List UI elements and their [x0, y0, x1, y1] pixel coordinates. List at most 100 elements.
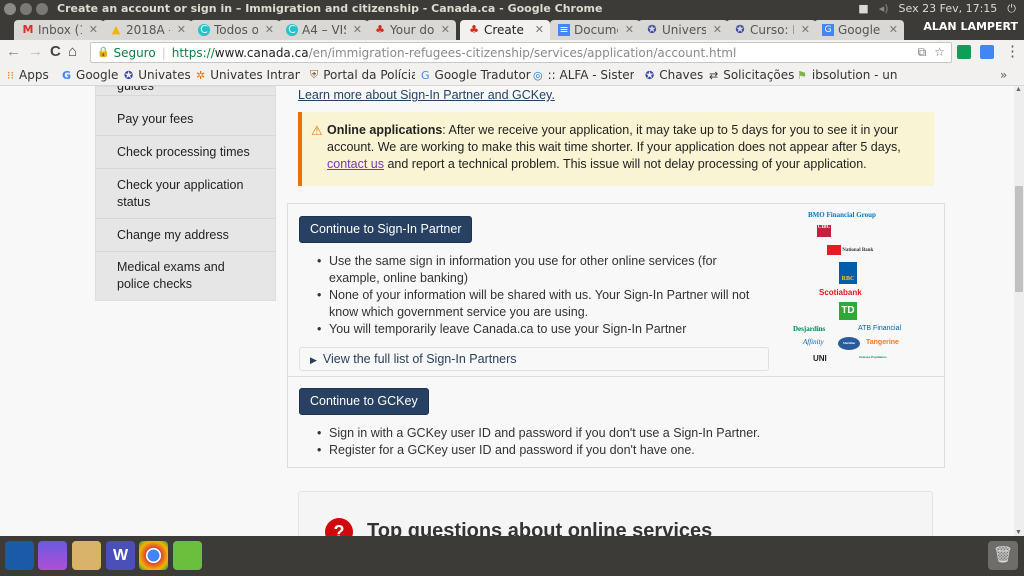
reload-icon[interactable]: C [50, 44, 61, 60]
tab-active[interactable]: ♣Create a✕ [460, 20, 550, 40]
files-icon[interactable] [72, 541, 101, 570]
tab[interactable]: C Todos o ✕ [190, 20, 280, 40]
tab-close-icon[interactable]: ✕ [889, 23, 898, 36]
bookmark-google-tradutor[interactable]: G Google Tradutor [421, 68, 531, 82]
bookmark-apps[interactable]: ⁝⁝ Apps [7, 68, 49, 82]
bookmark-star-icon[interactable]: ☆ [934, 45, 945, 60]
bookmark-portal-policia[interactable]: ⛨ Portal da Polícia [310, 68, 415, 82]
volume-icon[interactable]: ◂) [879, 2, 889, 16]
tab[interactable]: MInbox (1✕ [14, 20, 104, 40]
window-minimize-button[interactable] [20, 3, 32, 15]
tab-close-icon[interactable]: ✕ [535, 23, 544, 36]
tangerine-logo: Tangerine [866, 339, 899, 346]
window-maximize-button[interactable] [36, 3, 48, 15]
continue-gckey-button[interactable]: Continue to GCKey [299, 388, 429, 415]
partner-info-list: Use the same sign in information you use… [317, 253, 769, 338]
meridian-logo: Meridian [838, 337, 860, 350]
bookmark-chaves[interactable]: ✪ Chaves [645, 68, 703, 82]
tab[interactable]: ✪Curso: E✕ [726, 20, 816, 40]
maple-leaf-icon: ♣ [469, 23, 479, 36]
chrome-icon[interactable] [139, 541, 168, 570]
profile-button[interactable]: ALAN LAMPERT [923, 20, 1018, 33]
tab-close-icon[interactable]: ✕ [441, 23, 450, 36]
back-icon[interactable]: ← [6, 44, 21, 60]
clock[interactable]: Sex 23 Fev, 17:15 [899, 2, 998, 16]
bookmarks-overflow-icon[interactable]: » [1000, 68, 1007, 82]
tab[interactable]: ≡Docume✕ [550, 20, 640, 40]
tab[interactable]: C A4 – VIS ✕ [278, 20, 368, 40]
editor-icon[interactable] [173, 541, 202, 570]
canva-icon: C [286, 24, 298, 36]
tab[interactable]: ✪ Univers ✕ [638, 20, 728, 40]
bookmark-google[interactable]: G Google [62, 68, 118, 82]
list-item: None of your information will be shared … [317, 287, 769, 321]
list-item: You will temporarily leave Canada.ca to … [317, 321, 769, 338]
docs-icon: ≡ [558, 23, 570, 36]
trash-icon[interactable]: 🗑 [988, 541, 1018, 570]
gmail-icon: M [22, 23, 34, 36]
tab-close-icon[interactable]: ✕ [177, 23, 186, 36]
translate-page-icon[interactable]: ⧉ [918, 45, 927, 60]
tab[interactable]: ▲ 2018A - ✕ [102, 20, 192, 40]
tab-close-icon[interactable]: ✕ [625, 23, 634, 36]
tab-close-icon[interactable]: ✕ [801, 23, 810, 36]
caisses-populaires-logo: Caisses Populaires [859, 355, 887, 359]
tab[interactable]: ♣ Your do ✕ [366, 20, 456, 40]
window-close-button[interactable] [4, 3, 16, 15]
partners-list-details[interactable]: ▶ View the full list of Sign-In Partners [299, 347, 769, 371]
bookmark-alfa[interactable]: ◎:: ALFA - Sistema [533, 68, 634, 82]
list-item: Use the same sign in information you use… [317, 253, 769, 287]
classroom-extension-icon[interactable] [957, 45, 971, 59]
scotiabank-logo: Scotiabank [819, 288, 862, 297]
home-icon[interactable]: ⌂ [68, 44, 77, 60]
tab-close-icon[interactable]: ✕ [89, 23, 98, 36]
browser-toolbar: ← → C ⌂ 🔒 Seguro | https:// www.canada.c… [0, 40, 1024, 64]
bookmark-ibsolution[interactable]: ⚑ibsolution - univ [797, 68, 898, 82]
scrollbar-thumb[interactable] [1015, 186, 1023, 292]
keyboard-icon[interactable]: ■ [858, 2, 868, 16]
top-questions-section: ? Top questions about online services [298, 491, 933, 536]
police-icon: ⛨ [310, 68, 319, 81]
sidebar-item-application-status[interactable]: Check your application status [96, 169, 275, 219]
sidebar-item-change-address[interactable]: Change my address [96, 219, 275, 252]
scroll-up-icon[interactable]: ▲ [1015, 86, 1022, 93]
page-scrollbar[interactable]: ▲ ▼ [1014, 86, 1024, 536]
flag-icon: ⚑ [797, 68, 807, 82]
learn-more-link[interactable]: Learn more about Sign-In Partner and GCK… [298, 88, 555, 102]
scroll-down-icon[interactable]: ▼ [1015, 529, 1022, 536]
url-path: /en/immigration-refugees-citizenship/ser… [308, 45, 737, 60]
uni-logo: UNI [813, 354, 827, 363]
contact-us-link[interactable]: contact us [327, 157, 384, 171]
swap-icon: ⇄ [709, 68, 719, 82]
workspace-icon[interactable] [38, 541, 67, 570]
rbc-logo: RBC [839, 262, 857, 284]
address-bar[interactable]: 🔒 Seguro | https:// www.canada.ca /en/im… [90, 42, 952, 63]
tab-close-icon[interactable]: ✕ [353, 23, 362, 36]
bookmark-univates-intranet[interactable]: ✲ Univates Intrane [196, 68, 300, 82]
question-icon: ? [325, 518, 353, 536]
power-icon[interactable]: ⏻ [1007, 2, 1016, 16]
menu-icon[interactable]: ⋮ [1005, 44, 1020, 60]
sidebar-item-processing-times[interactable]: Check processing times [96, 136, 275, 169]
forward-icon[interactable]: → [28, 44, 43, 60]
alfa-icon: ◎ [533, 68, 543, 82]
tab-close-icon[interactable]: ✕ [713, 23, 722, 36]
bookmark-univates[interactable]: ✪ Univates [124, 68, 191, 82]
continue-sign-in-partner-button[interactable]: Continue to Sign-In Partner [299, 216, 473, 243]
dash-icon[interactable] [5, 541, 34, 570]
security-label: Seguro [113, 45, 156, 60]
sidebar-item-guides[interactable]: guides [96, 86, 275, 96]
sidebar-item-pay-fees[interactable]: Pay your fees [96, 103, 275, 136]
url-host: www.canada.ca [214, 45, 309, 60]
bookmark-solicitacoes[interactable]: ⇄ Solicitações [709, 68, 794, 82]
page-content: guides Pay your fees Check processing ti… [0, 86, 1014, 536]
lock-icon: 🔒 [97, 47, 110, 58]
translate-extension-icon[interactable] [980, 45, 994, 59]
writer-icon[interactable]: W [106, 541, 135, 570]
tab-close-icon[interactable]: ✕ [265, 23, 274, 36]
sidebar-item-medical-exams[interactable]: Medical exams and police checks [96, 252, 275, 300]
tab-strip: MInbox (1✕ ▲2018A - ✕ CTodos o✕ CA4 – VI… [0, 18, 1024, 56]
section-menu: guides Pay your fees Check processing ti… [95, 86, 276, 301]
tab[interactable]: GGoogle T✕ [814, 20, 904, 40]
intranet-icon: ✲ [196, 68, 206, 82]
